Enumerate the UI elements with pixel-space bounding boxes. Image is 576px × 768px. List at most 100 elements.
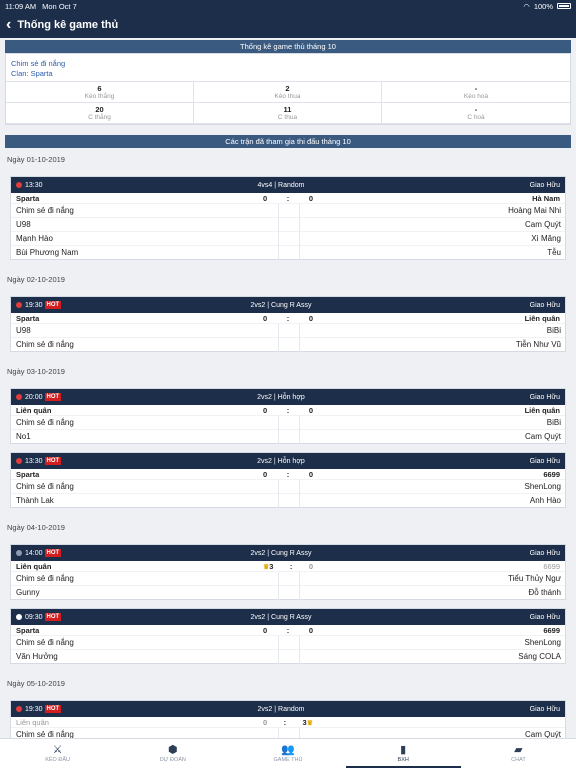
tab-label: KÈO ĐẤU — [45, 757, 70, 763]
swords-icon: ⚔ — [52, 744, 63, 756]
player-left: Chim sẻ đi nắng — [16, 418, 74, 427]
hot-badge: HOT — [44, 393, 62, 401]
player-row: U98 BiBi — [11, 323, 565, 338]
score: 0:0 — [263, 194, 313, 203]
player-left: Văn Hưởng — [16, 652, 58, 661]
match-type: Giao Hữu — [529, 705, 560, 713]
match-card[interactable]: 14:00 HOT 2vs2 | Cung R Assy Giao Hữu Liên q… — [10, 544, 566, 600]
player-divider — [277, 415, 300, 430]
stat-cell: -C hoà — [382, 103, 570, 124]
match-card[interactable]: 20:00 HOT 2vs2 | Hỗn hợp Giao Hữu Liên quân 0… — [10, 388, 566, 444]
match-header: 19:30 HOT 2vs2 | Random Giao Hữu — [11, 701, 565, 717]
team-1-name: Sparta — [16, 625, 40, 635]
box-icon: ⬢ — [168, 744, 178, 756]
team-score-row: Sparta 0:0 6699 — [11, 469, 565, 479]
player-row: Văn Hưởng Sáng COLA — [11, 649, 565, 664]
player-left: Chim sẻ đi nắng — [16, 340, 74, 349]
match-time-wrap: 19:30 HOT — [16, 705, 62, 713]
player-left: Chim sẻ đi nắng — [16, 730, 74, 738]
player-divider — [277, 479, 300, 494]
back-icon[interactable]: ‹ — [6, 17, 11, 33]
player-divider — [277, 203, 300, 218]
matches-header: Các trận đã tham gia thi đấu tháng 10 — [5, 135, 571, 148]
tab-box[interactable]: ⬢ DỰ ĐOÁN — [115, 739, 230, 768]
score: 0:0 — [263, 626, 313, 635]
score-1: 0 — [263, 314, 267, 323]
player-right: Cam Quýt — [524, 730, 561, 738]
stat-value: 6 — [97, 84, 102, 93]
status-dot-icon — [16, 706, 22, 712]
tab-bar-chart[interactable]: ▮ BXH — [345, 739, 462, 768]
match-time: 20:00 — [25, 393, 43, 401]
player-left: Thành Lak — [16, 496, 54, 505]
player-divider — [277, 429, 300, 444]
stat-label: Kèo thắng — [84, 93, 115, 100]
team-2-name: 6699 — [543, 561, 560, 571]
player-divider — [277, 231, 300, 246]
match-type: Giao Hữu — [529, 613, 560, 621]
player-divider — [277, 323, 300, 338]
status-dot-icon — [16, 458, 22, 464]
player-right: Cam Quýt — [524, 432, 561, 441]
team-score-row: Liên quân 0: 3♛ — [11, 717, 565, 727]
stat-label: C hoà — [467, 114, 485, 121]
team-1-name: Sparta — [16, 469, 40, 479]
nav-bar: ‹ Thống kê game thủ — [0, 12, 576, 38]
hot-badge: HOT — [44, 705, 62, 713]
player-left: Mạnh Hào — [16, 234, 53, 243]
match-header: 09:30 HOT 2vs2 | Cung R Assy Giao Hữu — [11, 609, 565, 625]
match-time-wrap: 14:00 HOT — [16, 549, 62, 557]
match-mode: 2vs2 | Cung R Assy — [250, 301, 312, 309]
score-separator: : — [286, 625, 290, 635]
status-dot-icon — [16, 394, 22, 400]
player-right: Tễu — [547, 248, 561, 257]
player-right: Anh Hào — [529, 496, 561, 505]
score: 0:0 — [263, 406, 313, 415]
match-time-wrap: 19:30 HOT — [16, 301, 62, 309]
wifi-icon: ◠ — [523, 1, 530, 11]
match-time: 09:30 — [25, 613, 43, 621]
battery-icon — [557, 3, 571, 9]
tab-chat[interactable]: ▰ CHAT — [461, 739, 576, 768]
match-card[interactable]: 19:30 HOT 2vs2 | Random Giao Hữu Liên quân 0:… — [10, 700, 566, 738]
match-list: Ngày 01-10-2019 13:30 4vs4 | Random Giao Hữ… — [5, 148, 571, 738]
stat-cell: 11 C thua — [194, 103, 382, 124]
match-header: 13:30 4vs4 | Random Giao Hữu — [11, 177, 565, 193]
match-card[interactable]: 09:30 HOT 2vs2 | Cung R Assy Giao Hữu Sparta… — [10, 608, 566, 664]
match-mode: 2vs2 | Hỗn hợp — [257, 457, 305, 465]
stat-value: - — [474, 105, 478, 114]
score-1-value: 3 — [269, 561, 274, 571]
match-time-wrap: 13:30 — [16, 182, 62, 189]
match-time-wrap: 13:30 HOT — [16, 457, 62, 465]
tab-label: CHAT — [511, 757, 526, 763]
match-card[interactable]: 13:30 4vs4 | Random Giao Hữu Sparta 0:0 Hà Na… — [10, 176, 566, 260]
stat-label: C thua — [277, 114, 298, 121]
player-row: Chim sẻ đi nắng Tiễn Như Vũ — [11, 337, 565, 352]
score-separator: : — [286, 313, 290, 323]
hot-badge: HOT — [44, 549, 62, 557]
player-clan: Clan: Sparta — [11, 69, 53, 78]
content-scroll[interactable]: Thống kê game thủ tháng 10 Chim sẻ đi nắ… — [0, 38, 576, 738]
score: 0:0 — [263, 314, 313, 323]
score-separator: : — [286, 193, 290, 203]
status-dot-icon — [16, 550, 22, 556]
stat-label: Kèo hoà — [463, 93, 489, 100]
stat-value: 20 — [95, 105, 104, 114]
tab-swords[interactable]: ⚔ KÈO ĐẤU — [0, 739, 115, 768]
player-right: Hoàng Mai Nhi — [508, 206, 561, 215]
match-card[interactable]: 19:30 HOT 2vs2 | Cung R Assy Giao Hữu Sparta… — [10, 296, 566, 352]
score-separator: : — [289, 561, 293, 571]
player-left: Bùi Phương Nam — [16, 248, 79, 257]
score-1: 0 — [263, 626, 267, 635]
player-left: No1 — [16, 432, 31, 441]
match-mode: 2vs2 | Cung R Assy — [250, 613, 312, 621]
users-icon: 👥 — [281, 744, 295, 756]
tab-users[interactable]: 👥 GAME THỦ — [230, 739, 345, 768]
day-label: Ngày 02-10-2019 — [7, 275, 65, 284]
match-type: Giao Hữu — [529, 393, 560, 401]
player-row: Thành Lak Anh Hào — [11, 493, 565, 508]
score-1: 0 — [263, 406, 267, 415]
hot-badge: HOT — [44, 301, 62, 309]
score-1: 0 — [263, 194, 267, 203]
match-card[interactable]: 13:30 HOT 2vs2 | Hỗn hợp Giao Hữu Sparta 0:0 6… — [10, 452, 566, 508]
